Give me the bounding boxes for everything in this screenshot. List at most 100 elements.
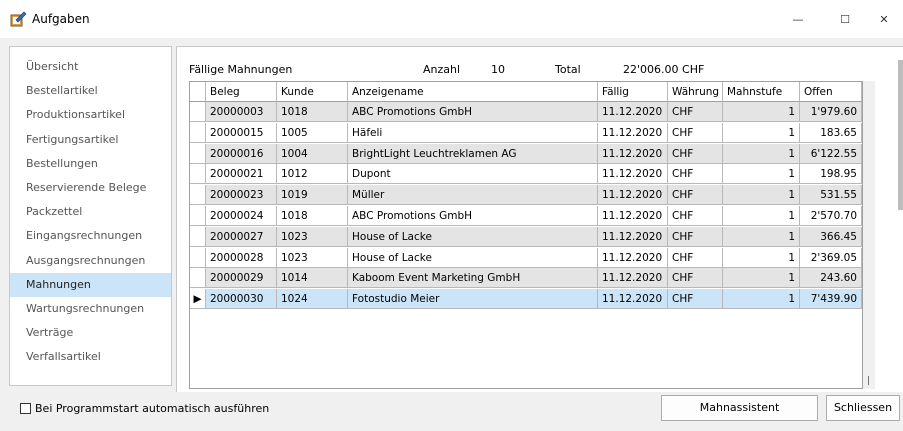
table-row[interactable]: 20000015 1005 Häfeli 11.12.2020 CHF 1 183.65 [190, 122, 862, 143]
table-cell: 1014 [277, 268, 348, 289]
table-row[interactable]: 20000029 1014 Kaboom Event Marketing GmbH 1… [190, 268, 862, 289]
table-cell: Kaboom Event Marketing GmbH [348, 268, 598, 289]
nav-item-4[interactable]: Bestellungen [10, 152, 171, 176]
nav-item-1[interactable]: Bestellartikel [10, 79, 171, 103]
nav-item-6[interactable]: Packzettel [10, 200, 171, 224]
nav-item-0[interactable]: Übersicht [10, 55, 171, 79]
table-row[interactable]: 20000024 1018 ABC Promotions GmbH 11.12.202… [190, 206, 862, 226]
table-row[interactable]: 20000023 1019 Müller 11.12.2020 CHF 1 531.55 [190, 185, 862, 206]
table-cell: CHF [668, 268, 723, 289]
table-cell: 11.12.2020 [598, 185, 668, 206]
nav-item-11[interactable]: Verträge [10, 321, 171, 345]
table-cell: CHF [668, 185, 723, 206]
mahnassistent-button[interactable]: Mahnassistent [661, 395, 818, 421]
nav-item-5[interactable]: Reservierende Belege [10, 176, 171, 200]
nav-item-9[interactable]: Mahnungen [10, 272, 171, 297]
maximize-button[interactable]: ☐ [822, 0, 868, 38]
column-header[interactable]: Beleg [206, 82, 277, 102]
table-cell: 1 [723, 164, 800, 185]
table-cell: House of Lacke [348, 247, 598, 268]
table-row[interactable]: ▶ 20000030 1024 Fotostudio Meier 11.12.2020 C… [190, 289, 862, 310]
total-label: Total [555, 63, 581, 76]
row-header[interactable] [190, 226, 206, 247]
table-cell: 20000023 [206, 185, 277, 206]
table-cell: 11.12.2020 [598, 247, 668, 268]
nav-item-8[interactable]: Ausgangsrechnungen [10, 249, 171, 273]
current-row-indicator[interactable]: ▶ [190, 289, 206, 310]
nav-item-12[interactable]: Verfallsartikel [10, 345, 171, 369]
table-cell: 183.65 [800, 122, 862, 143]
column-header[interactable]: Offen [800, 82, 862, 102]
nav-item-2[interactable]: Produktionsartikel [10, 103, 171, 127]
table-cell: 11.12.2020 [598, 268, 668, 289]
table-cell: 1 [723, 206, 800, 226]
row-header[interactable] [190, 143, 206, 164]
row-header[interactable] [190, 185, 206, 206]
table-cell: BrightLight Leuchtreklamen AG [348, 143, 598, 164]
column-header[interactable]: Währung [668, 82, 723, 102]
column-header[interactable]: Mahnstufe [723, 82, 800, 102]
task-navigation-list: Übersicht Bestellartikel Produktionsartike… [9, 46, 172, 386]
table-cell: 11.12.2020 [598, 102, 668, 122]
table-cell: ABC Promotions GmbH [348, 206, 598, 226]
table-cell: 20000021 [206, 164, 277, 185]
table-cell: CHF [668, 102, 723, 122]
table-cell: 1'979.60 [800, 102, 862, 122]
table-cell: 1 [723, 185, 800, 206]
table-cell: Häfeli [348, 122, 598, 143]
table-row[interactable]: 20000021 1012 Dupont 11.12.2020 CHF 1 198.95 [190, 164, 862, 185]
window-scrollbar[interactable] [898, 60, 903, 210]
autostart-option[interactable]: Bei Programmstart automatisch ausführen [20, 402, 269, 415]
nav-item-7[interactable]: Eingangsrechnungen [10, 224, 171, 248]
table-row[interactable]: 20000028 1023 House of Lacke 11.12.2020 CHF 1… [190, 247, 862, 268]
table-cell: 366.45 [800, 226, 862, 247]
table-cell: 1023 [277, 247, 348, 268]
table-cell: 2'369.05 [800, 247, 862, 268]
row-header[interactable] [190, 122, 206, 143]
table-cell: CHF [668, 226, 723, 247]
column-header[interactable]: Kunde [277, 82, 348, 102]
table-cell: 20000003 [206, 102, 277, 122]
table-cell: CHF [668, 247, 723, 268]
table-scrollbar[interactable] [863, 81, 875, 389]
table-cell: 20000015 [206, 122, 277, 143]
close-window-button[interactable]: ✕ [865, 0, 903, 38]
table-cell: CHF [668, 289, 723, 310]
table-cell: CHF [668, 122, 723, 143]
table-cell: 20000030 [206, 289, 277, 310]
table-cell: 1005 [277, 122, 348, 143]
table-cell: 1 [723, 268, 800, 289]
table-row[interactable]: 20000016 1004 BrightLight Leuchtreklamen A… [190, 143, 862, 164]
nav-item-3[interactable]: Fertigungsartikel [10, 128, 171, 152]
autostart-checkbox[interactable] [20, 403, 31, 414]
table-cell: 7'439.90 [800, 289, 862, 310]
table-row[interactable]: 20000003 1018 ABC Promotions GmbH 11.12.202… [190, 102, 862, 122]
table-row[interactable]: 20000027 1023 House of Lacke 11.12.2020 CHF 1… [190, 226, 862, 247]
minimize-button[interactable]: — [775, 0, 821, 38]
row-header[interactable] [190, 164, 206, 185]
column-header[interactable]: Anzeigename [348, 82, 598, 102]
table-cell: 531.55 [800, 185, 862, 206]
row-header[interactable] [190, 102, 206, 122]
table-cell: 20000024 [206, 206, 277, 226]
window-title: Aufgaben [32, 12, 90, 26]
summary-title: Fällige Mahnungen [189, 63, 293, 76]
row-header[interactable] [190, 206, 206, 226]
table-cell: 11.12.2020 [598, 164, 668, 185]
row-header[interactable] [190, 247, 206, 268]
reminders-table: Beleg Kunde Anzeigename Fällig Währung Mahnst… [189, 81, 863, 389]
schliessen-button[interactable]: Schliessen [826, 395, 900, 421]
column-header[interactable]: Fällig [598, 82, 668, 102]
table-cell: 1023 [277, 226, 348, 247]
table-cell: 11.12.2020 [598, 289, 668, 310]
table-cell: 1 [723, 289, 800, 310]
table-cell: 1012 [277, 164, 348, 185]
count-label: Anzahl [423, 63, 461, 76]
table-cell: ABC Promotions GmbH [348, 102, 598, 122]
nav-item-10[interactable]: Wartungsrechnungen [10, 297, 171, 321]
task-clipboard-icon [9, 11, 27, 27]
autostart-label: Bei Programmstart automatisch ausführen [35, 402, 270, 415]
table-cell: 243.60 [800, 268, 862, 289]
row-header[interactable] [190, 268, 206, 289]
table-cell: 1019 [277, 185, 348, 206]
